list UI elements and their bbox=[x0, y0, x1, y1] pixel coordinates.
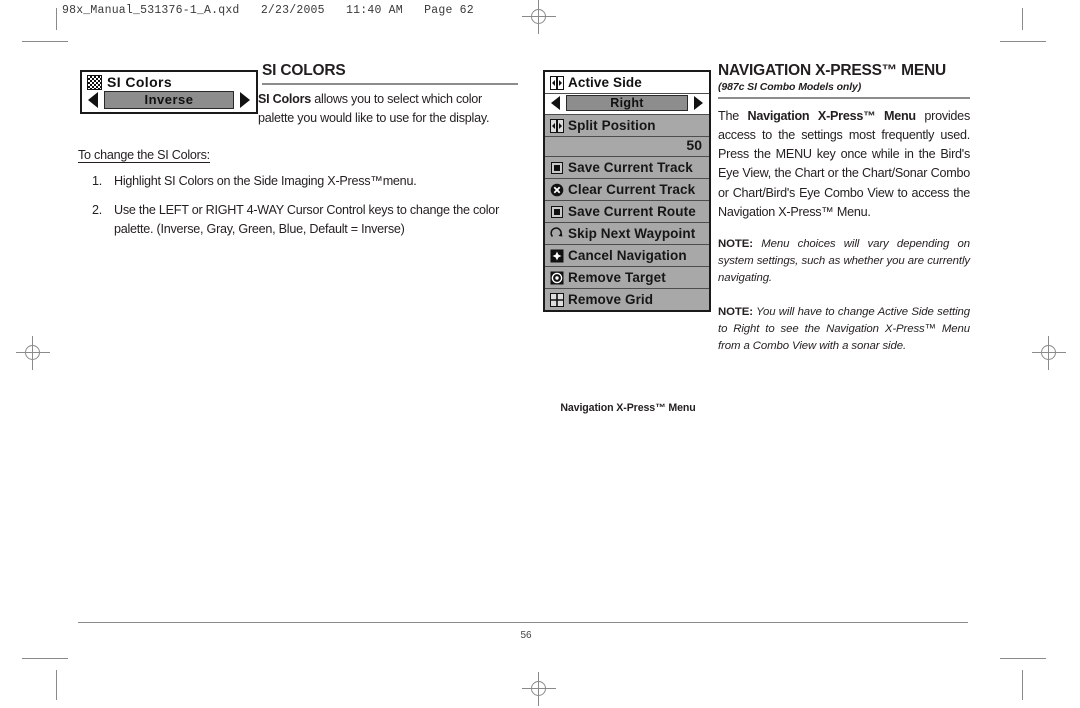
menu-item-save-current-route[interactable]: Save Current Route bbox=[545, 201, 709, 223]
checker-icon bbox=[87, 74, 102, 90]
note-paragraph-2: NOTE: You will have to change Active Sid… bbox=[718, 304, 970, 355]
si-colors-steps-list: 1. Highlight SI Colors on the Side Imagi… bbox=[78, 172, 518, 240]
step-text: Use the LEFT or RIGHT 4-WAY Cursor Contr… bbox=[114, 202, 500, 237]
left-arrow-icon[interactable] bbox=[88, 92, 98, 108]
menu-item-clear-current-track[interactable]: Clear Current Track bbox=[545, 179, 709, 201]
clear-x-icon bbox=[550, 183, 564, 197]
left-arrow-icon[interactable] bbox=[551, 96, 560, 110]
menu-item-remove-grid[interactable]: Remove Grid bbox=[545, 289, 709, 310]
navigation-menu-caption: Navigation X-Press™ Menu bbox=[560, 402, 696, 414]
menu-item-skip-next-waypoint[interactable]: Skip Next Waypoint bbox=[545, 223, 709, 245]
note-paragraph-1: NOTE: Menu choices will vary depending o… bbox=[718, 236, 970, 287]
menu-item-label: Clear Current Track bbox=[568, 182, 696, 197]
grid-icon bbox=[550, 292, 564, 307]
menu-item-label: Cancel Navigation bbox=[568, 248, 687, 263]
si-colors-intro-bold: SI Colors bbox=[258, 92, 312, 106]
body-pre: The bbox=[718, 109, 748, 123]
navigation-xpress-body: The Navigation X-Press™ Menu provides ac… bbox=[718, 107, 970, 222]
right-column: NAVIGATION X-PRESS™ MENU (987c SI Combo … bbox=[718, 62, 970, 367]
note-text: You will have to change Active Side sett… bbox=[718, 306, 970, 353]
footer-rule bbox=[78, 622, 968, 623]
note-text: Menu choices will vary depending on syst… bbox=[718, 237, 970, 285]
to-change-si-colors-heading: To change the SI Colors: bbox=[78, 148, 210, 163]
list-item: 2. Use the LEFT or RIGHT 4-WAY Cursor Co… bbox=[78, 201, 518, 240]
menu-item-label: Split Position bbox=[568, 118, 656, 133]
active-side-icon bbox=[550, 75, 564, 90]
right-arrow-icon[interactable] bbox=[240, 92, 250, 108]
step-text: Highlight SI Colors on the Side Imaging … bbox=[114, 174, 417, 188]
menu-item-label: Save Current Track bbox=[568, 160, 693, 175]
title-rule-left bbox=[262, 83, 518, 85]
si-colors-menu-widget[interactable]: SI Colors Inverse bbox=[80, 70, 258, 114]
active-side-value[interactable]: Right bbox=[566, 95, 688, 111]
menu-item-save-current-track[interactable]: Save Current Track bbox=[545, 157, 709, 179]
save-icon bbox=[550, 161, 564, 175]
save-icon bbox=[550, 205, 564, 219]
menu-item-split-position[interactable]: Split Position bbox=[545, 115, 709, 137]
body-rest: provides access to the settings most fre… bbox=[718, 109, 970, 219]
body-bold: Navigation X-Press™ Menu bbox=[747, 109, 917, 123]
page-number: 56 bbox=[520, 630, 532, 641]
page-title-si-colors: SI COLORS bbox=[262, 62, 346, 79]
menu-item-label: Skip Next Waypoint bbox=[568, 226, 696, 241]
page-content: SI COLORS SI Colors allows you to select… bbox=[0, 0, 1080, 708]
menu-item-remove-target[interactable]: Remove Target bbox=[545, 267, 709, 289]
menu-item-label: Active Side bbox=[568, 75, 642, 90]
menu-item-label: Save Current Route bbox=[568, 204, 696, 219]
note-label: NOTE: bbox=[718, 306, 753, 319]
split-position-icon bbox=[550, 118, 564, 133]
menu-item-active-side[interactable]: Active Side bbox=[545, 72, 709, 94]
note-label: NOTE: bbox=[718, 237, 753, 250]
navigation-xpress-menu-widget[interactable]: Active Side Right Split Position 50 Save… bbox=[543, 70, 711, 312]
si-colors-value[interactable]: Inverse bbox=[104, 91, 234, 109]
list-item: 1. Highlight SI Colors on the Side Imagi… bbox=[78, 172, 518, 192]
menu-item-label: Remove Grid bbox=[568, 292, 654, 307]
navigation-xpress-subtitle: (987c SI Combo Models only) bbox=[718, 81, 862, 93]
split-position-value[interactable]: 50 bbox=[545, 137, 709, 157]
menu-item-label: Remove Target bbox=[568, 270, 666, 285]
si-colors-value-row[interactable]: Inverse bbox=[82, 90, 256, 112]
target-icon bbox=[550, 271, 564, 285]
page-title-navigation-xpress: NAVIGATION X-PRESS™ MENU bbox=[718, 62, 947, 79]
right-arrow-icon[interactable] bbox=[694, 96, 703, 110]
menu-item-cancel-navigation[interactable]: Cancel Navigation bbox=[545, 245, 709, 267]
step-number: 2. bbox=[92, 202, 103, 217]
title-rule-right bbox=[718, 97, 970, 99]
step-number: 1. bbox=[92, 174, 103, 188]
si-colors-title-row: SI Colors bbox=[82, 72, 256, 90]
cancel-navigation-icon bbox=[550, 249, 564, 263]
active-side-value-row[interactable]: Right bbox=[545, 94, 709, 115]
skip-waypoint-icon bbox=[550, 226, 564, 241]
si-colors-label: SI Colors bbox=[107, 74, 173, 90]
